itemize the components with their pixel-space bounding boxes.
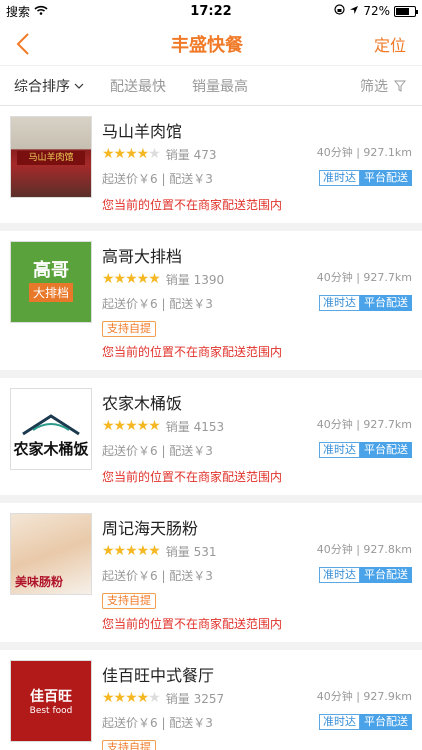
lock-rotation-icon — [334, 4, 345, 18]
on-time-badge: 准时达 — [319, 714, 360, 730]
on-time-badge: 准时达 — [319, 170, 360, 186]
on-time-badge: 准时达 — [319, 442, 360, 458]
platform-delivery-badge: 平台配送 — [360, 567, 412, 583]
filter-bar: 综合排序 配送最快 销量最高 筛选 — [0, 66, 422, 106]
sales-count: 销量 1390 — [165, 272, 225, 287]
list-item[interactable]: 佳百旺 Best food 佳百旺中式餐厅 ★★★★★ 销量 3257 起送价￥… — [0, 650, 422, 750]
sort-comprehensive-label: 综合排序 — [14, 78, 70, 95]
platform-delivery-badge: 平台配送 — [360, 714, 412, 730]
eta-distance: 40分钟 | 927.7km — [316, 418, 412, 431]
chevron-down-icon — [74, 83, 84, 89]
rating-stars: ★★★★★ — [102, 146, 161, 162]
shop-name: 农家木桶饭 — [102, 394, 183, 413]
list-item[interactable]: 高哥 大排档 高哥大排档 ★★★★★ 销量 1390 起送价￥6 | 配送￥3 … — [0, 231, 422, 370]
eta-distance: 40分钟 | 927.9km — [316, 690, 412, 703]
delivery-badges: 准时达 平台配送 — [319, 170, 412, 186]
back-button[interactable] — [16, 29, 40, 59]
thumbnail-title-text: 佳百旺 — [30, 689, 72, 705]
location-arrow-icon — [349, 4, 359, 18]
rating-stars: ★★★★★ — [102, 271, 161, 287]
roof-logo-icon — [22, 414, 80, 436]
out-of-range-warning: 您当前的位置不在商家配送范围内 — [102, 470, 283, 484]
eta-distance: 40分钟 | 927.7km — [316, 271, 412, 284]
pickup-tag: 支持自提 — [102, 593, 156, 609]
shop-thumbnail: 农家木桶饭 — [10, 388, 92, 470]
thumbnail-title-text: 农家木桶饭 — [13, 440, 89, 458]
sort-top-sales[interactable]: 销量最高 — [192, 76, 248, 96]
shop-thumbnail: 高哥 大排档 — [10, 241, 92, 323]
list-item[interactable]: 农家木桶饭 农家木桶饭 ★★★★★ 销量 4153 起送价￥6 | 配送￥3 4… — [0, 378, 422, 495]
thumbnail-title-text: 美味肠粉 — [15, 575, 64, 589]
thumbnail-title-text: 高哥 — [33, 260, 69, 281]
status-bar: 搜索 17:22 72% — [0, 0, 422, 22]
chevron-left-icon — [16, 32, 29, 55]
shop-name: 周记海天肠粉 — [102, 519, 199, 538]
platform-delivery-badge: 平台配送 — [360, 442, 412, 458]
sales-count: 销量 531 — [165, 544, 217, 559]
sort-comprehensive[interactable]: 综合排序 — [14, 76, 84, 96]
battery-icon — [394, 5, 418, 17]
sort-fastest-delivery[interactable]: 配送最快 — [110, 76, 166, 96]
filter-label: 筛选 — [360, 78, 388, 95]
pickup-tag: 支持自提 — [102, 321, 156, 337]
sales-count: 销量 473 — [165, 147, 217, 162]
on-time-badge: 准时达 — [319, 295, 360, 311]
delivery-badges: 准时达 平台配送 — [319, 442, 412, 458]
funnel-icon — [394, 80, 406, 92]
rating-stars: ★★★★★ — [102, 418, 161, 434]
delivery-badges: 准时达 平台配送 — [319, 714, 412, 730]
out-of-range-warning: 您当前的位置不在商家配送范围内 — [102, 345, 283, 359]
thumbnail-sign-text: 马山羊肉馆 — [17, 151, 85, 165]
shop-name: 马山羊肉馆 — [102, 122, 183, 141]
platform-delivery-badge: 平台配送 — [360, 295, 412, 311]
shop-thumbnail: 美味肠粉 — [10, 513, 92, 595]
locate-button[interactable]: 定位 — [374, 32, 406, 56]
platform-delivery-badge: 平台配送 — [360, 170, 412, 186]
out-of-range-warning: 您当前的位置不在商家配送范围内 — [102, 198, 283, 212]
filter-button[interactable]: 筛选 — [360, 76, 406, 96]
eta-distance: 40分钟 | 927.8km — [316, 543, 412, 556]
sales-count: 销量 4153 — [165, 419, 225, 434]
delivery-badges: 准时达 平台配送 — [319, 567, 412, 583]
back-to-app-label[interactable]: 搜索 — [6, 3, 30, 20]
eta-distance: 40分钟 | 927.1km — [316, 146, 412, 159]
on-time-badge: 准时达 — [319, 567, 360, 583]
nav-bar: 丰盛快餐 定位 — [0, 22, 422, 66]
out-of-range-warning: 您当前的位置不在商家配送范围内 — [102, 617, 283, 631]
delivery-badges: 准时达 平台配送 — [319, 295, 412, 311]
battery-percent: 72% — [363, 4, 390, 18]
rating-stars: ★★★★★ — [102, 690, 161, 706]
pickup-tag: 支持自提 — [102, 740, 156, 750]
shop-name: 佳百旺中式餐厅 — [102, 666, 215, 685]
thumbnail-sub-text: 大排档 — [28, 283, 73, 302]
list-item[interactable]: 马山羊肉馆 马山羊肉馆 ★★★★★ 销量 473 起送价￥6 | 配送￥3 40… — [0, 106, 422, 223]
page-title: 丰盛快餐 — [170, 34, 243, 56]
sales-count: 销量 3257 — [165, 691, 225, 706]
list-item[interactable]: 美味肠粉 周记海天肠粉 ★★★★★ 销量 531 起送价￥6 | 配送￥3 40… — [0, 503, 422, 642]
shop-name: 高哥大排档 — [102, 247, 183, 266]
shop-thumbnail: 马山羊肉馆 — [10, 116, 92, 198]
thumbnail-sub-text: Best food — [29, 706, 73, 716]
shop-list: 马山羊肉馆 马山羊肉馆 ★★★★★ 销量 473 起送价￥6 | 配送￥3 40… — [0, 106, 422, 750]
rating-stars: ★★★★★ — [102, 543, 161, 559]
shop-thumbnail: 佳百旺 Best food — [10, 660, 92, 742]
wifi-icon — [34, 4, 48, 18]
